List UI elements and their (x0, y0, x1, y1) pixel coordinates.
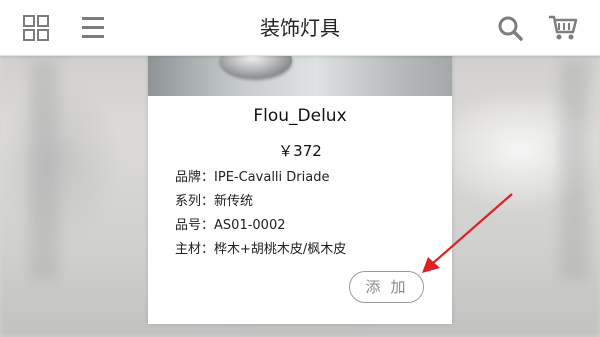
search-icon[interactable] (496, 14, 524, 42)
product-price: ￥372 (278, 142, 322, 160)
spec-brand: 品牌：IPE-Cavalli Driade (175, 170, 330, 185)
background-shape (30, 60, 58, 280)
product-image[interactable] (148, 56, 452, 96)
spec-material: 主材：桦木+胡桃木皮/枫木皮 (175, 242, 347, 257)
spec-item-number: 品号：AS01-0002 (175, 218, 286, 233)
spec-key: 主材 (175, 242, 202, 257)
spec-series: 系列：新传统 (175, 194, 254, 209)
spec-value: AS01-0002 (214, 218, 286, 233)
lamp-base-shape (220, 56, 292, 78)
spec-value: 新传统 (214, 194, 254, 209)
spec-key: 品号 (175, 218, 202, 233)
spec-key: 系列 (175, 194, 202, 209)
background-shape (560, 60, 588, 280)
spec-value: 桦木+胡桃木皮/枫木皮 (214, 242, 347, 257)
spec-key: 品牌 (175, 170, 202, 185)
add-button[interactable]: 添加 (349, 271, 424, 303)
cart-icon[interactable] (548, 14, 578, 42)
spec-value: IPE-Cavalli Driade (214, 170, 330, 185)
product-card[interactable]: Flou_Delux ￥372 品牌：IPE-Cavalli Driade 系列… (148, 56, 452, 324)
top-bar: 装饰灯具 (0, 0, 600, 56)
product-name: Flou_Delux (253, 106, 347, 126)
